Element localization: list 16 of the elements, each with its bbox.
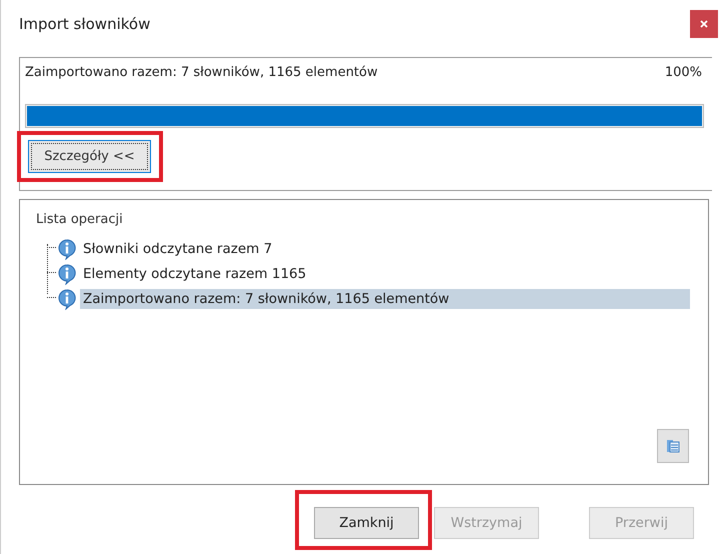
window-title: Import słowników xyxy=(19,15,150,33)
close-icon xyxy=(699,19,709,29)
info-icon xyxy=(56,288,78,310)
tree-item[interactable]: Słowniki odczytane razem 7 xyxy=(80,238,690,258)
progress-percent: 100% xyxy=(664,65,702,80)
close-button[interactable] xyxy=(690,10,718,38)
list-icon xyxy=(665,438,681,454)
list-view-button[interactable] xyxy=(657,429,689,463)
tree-item[interactable]: Zaimportowano razem: 7 słowników, 1165 elementów xyxy=(80,288,690,308)
tree-item[interactable]: Elementy odczytane razem 1165 xyxy=(80,264,690,284)
details-button[interactable]: Szczegóły << xyxy=(28,140,151,173)
info-icon xyxy=(56,238,78,260)
group-legend: Lista operacji xyxy=(36,212,708,227)
dialog-button[interactable]: Zamknij xyxy=(314,507,419,539)
progress-message: Zaimportowano razem: 7 słowników, 1165 elementów xyxy=(25,65,378,80)
info-icon xyxy=(56,262,78,284)
